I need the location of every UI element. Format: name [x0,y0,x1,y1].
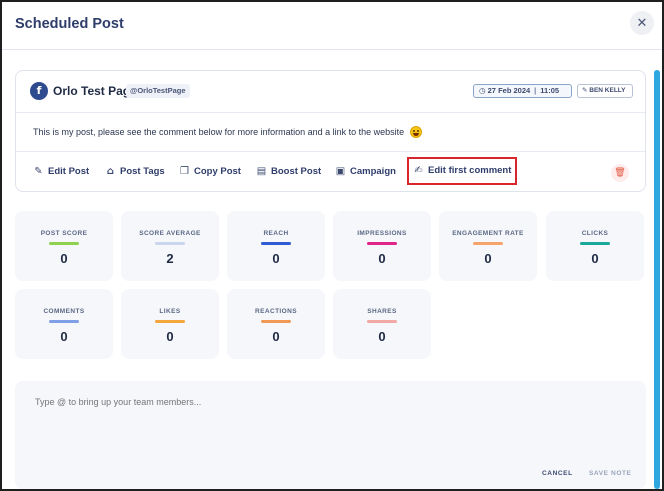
campaign-icon: ▣ [335,166,346,177]
metric-value: 2 [166,251,174,266]
metric-color-bar [261,242,291,245]
trash-icon: 🗑 [614,168,626,178]
metric-value: 0 [591,251,599,266]
boost-post-button[interactable]: ▤ Boost Post [256,164,321,180]
metric-color-bar [49,320,79,323]
edit-first-comment-button[interactable]: ✍ Edit first comment [407,157,518,185]
author-badge: ✎ BEN KELLY [577,84,633,98]
metric-label: ENGAGEMENT RATE [452,230,524,237]
metric-label: POST SCORE [40,230,88,237]
boost-post-label: Boost Post [271,166,322,177]
metric-value: 0 [272,329,280,344]
metric-card-impressions: IMPRESSIONS 0 [333,211,431,281]
copy-icon: ❐ [180,166,189,177]
page-handle-badge: @OrloTestPage [126,84,190,98]
metric-label: REACTIONS [255,308,297,315]
metric-card-comments: COMMENTS 0 [15,289,113,359]
metric-color-bar [367,242,397,245]
metric-label: LIKES [159,308,181,315]
post-tags-button[interactable]: ⌂ Post Tags [105,164,165,180]
scrollbar-track[interactable] [654,70,660,489]
notes-panel: CANCEL SAVE NOTE [15,381,646,489]
metric-value: 0 [60,251,68,266]
edit-icon: ✎ [34,166,43,177]
edit-post-label: Edit Post [48,166,90,177]
metric-value: 0 [60,329,68,344]
metric-color-bar [261,320,291,323]
schedule-time: 11:05 [540,86,560,95]
post-actions: ✎ Edit Post ⌂ Post Tags ❐ Copy Post ▤ Boost … [16,151,645,192]
schedule-date: 27 Feb 2024 [487,86,531,95]
metric-card-reach: REACH 0 [227,211,325,281]
campaign-button[interactable]: ▣ Campaign [335,164,396,180]
metric-value: 0 [378,329,386,344]
delete-post-button[interactable]: 🗑 [611,164,629,182]
modal-title: Scheduled Post [15,16,124,32]
metric-card-score-average: SCORE AVERAGE 2 [121,211,219,281]
comment-edit-icon: ✍ [414,165,423,176]
metric-card-reactions: REACTIONS 0 [227,289,325,359]
edit-first-comment-label: Edit first comment [428,165,512,176]
metric-value: 0 [378,251,386,266]
modal-header: Scheduled Post ✕ [2,2,662,50]
author-name: BEN KELLY [589,87,626,94]
metric-color-bar [580,242,610,245]
tag-icon: ⌂ [106,166,115,177]
edit-post-button[interactable]: ✎ Edit Post [33,164,89,180]
schedule-date-badge[interactable]: ◷ 27 Feb 2024 | 11:05 [473,84,572,98]
metric-card-post-score: POST SCORE 0 [15,211,113,281]
metric-color-bar [155,320,185,323]
metric-value: 0 [272,251,280,266]
date-time-separator: | [534,86,537,95]
metric-label: CLICKS [581,230,609,237]
close-button[interactable]: ✕ [630,11,654,35]
metric-value: 0 [484,251,492,266]
facebook-icon: f [30,82,48,100]
copy-post-button[interactable]: ❐ Copy Post [179,164,241,180]
metric-color-bar [473,242,503,245]
cancel-note-button[interactable]: CANCEL [542,470,573,477]
metric-label: COMMENTS [43,308,85,315]
metric-card-clicks: CLICKS 0 [546,211,644,281]
grinning-face-emoji-icon [409,126,422,138]
post-text: This is my post, please see the comment … [33,127,405,137]
metric-label: IMPRESSIONS [357,230,407,237]
note-input[interactable] [35,397,625,457]
campaign-label: Campaign [350,166,396,177]
metric-card-likes: LIKES 0 [121,289,219,359]
metric-color-bar [49,242,79,245]
post-tags-label: Post Tags [120,166,165,177]
post-body: This is my post, please see the comment … [33,126,422,138]
post-card: f Orlo Test Page @OrloTestPage ◷ 27 Feb … [15,70,646,192]
scrollbar-thumb[interactable] [654,70,660,489]
metric-card-engagement-rate: ENGAGEMENT RATE 0 [439,211,537,281]
metric-label: SCORE AVERAGE [139,230,201,237]
calendar-icon: ◷ [479,86,488,95]
page-name: Orlo Test Page [53,84,137,98]
metric-value: 0 [166,329,174,344]
metric-color-bar [367,320,397,323]
save-note-button[interactable]: SAVE NOTE [589,470,631,477]
copy-post-label: Copy Post [194,166,241,177]
metric-color-bar [155,242,185,245]
scheduled-post-modal: Scheduled Post ✕ f Orlo Test Page @OrloT… [0,0,664,491]
metric-label: SHARES [367,308,397,315]
post-header: f Orlo Test Page @OrloTestPage ◷ 27 Feb … [16,71,645,113]
boost-icon: ▤ [256,166,267,177]
metric-label: REACH [263,230,289,237]
metric-card-shares: SHARES 0 [333,289,431,359]
